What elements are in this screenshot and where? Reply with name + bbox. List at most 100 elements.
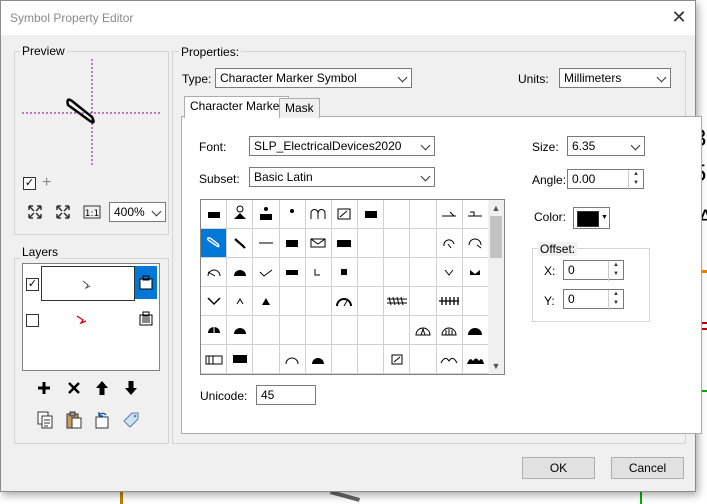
glyph-cell[interactable] [358, 316, 385, 345]
type-select[interactable]: Character Marker Symbol [215, 68, 412, 88]
copy-icon[interactable] [34, 409, 56, 431]
crosshair-icon[interactable]: + [42, 174, 51, 192]
undo-icon[interactable] [91, 409, 113, 431]
zoom-select[interactable]: 400% [109, 202, 166, 222]
scroll-up-icon[interactable]: ▲ [488, 200, 504, 216]
glyph-cell[interactable] [436, 200, 463, 229]
paste-icon[interactable] [63, 409, 85, 431]
zoom-extent-icon[interactable] [24, 201, 46, 223]
glyph-cell[interactable] [410, 229, 437, 258]
layer-row-1[interactable]: ✓ [23, 264, 159, 302]
glyph-cell[interactable] [305, 316, 332, 345]
glyph-cell[interactable] [279, 345, 306, 374]
actual-size-icon[interactable]: 1:1 [81, 201, 103, 223]
glyph-cell[interactable] [436, 345, 463, 374]
glyph-cell[interactable] [279, 316, 306, 345]
glyph-cell[interactable] [331, 316, 359, 345]
glyph-cell[interactable] [331, 258, 359, 287]
spin-down-icon[interactable]: ▼ [609, 270, 623, 279]
glyph-cell[interactable] [253, 258, 280, 287]
glyph-cell[interactable] [384, 316, 411, 345]
offset-y-input[interactable]: 0 ▲ ▼ [563, 289, 624, 310]
glyph-cell[interactable] [201, 287, 228, 316]
ok-button[interactable]: OK [522, 457, 595, 479]
spin-down-icon[interactable]: ▼ [609, 299, 623, 308]
glyph-cell[interactable] [358, 200, 385, 229]
glyph-cell[interactable] [358, 287, 385, 316]
glyph-cell[interactable] [331, 345, 359, 374]
glyph-cell[interactable] [305, 229, 332, 258]
glyph-cell[interactable] [436, 229, 463, 258]
layer-2-checkbox[interactable] [26, 314, 39, 327]
glyph-cell[interactable] [384, 200, 411, 229]
subset-select[interactable]: Basic Latin [249, 167, 435, 187]
glyph-cell[interactable] [358, 229, 385, 258]
glyph-cell[interactable] [410, 258, 437, 287]
offset-x-spinner[interactable]: ▲ ▼ [608, 261, 623, 281]
size-select[interactable]: 6.35 [567, 136, 645, 156]
glyph-cell[interactable] [410, 200, 437, 229]
angle-spinner[interactable]: ▲ ▼ [628, 170, 643, 190]
glyph-cell[interactable] [201, 200, 228, 229]
spin-up-icon[interactable]: ▲ [629, 170, 643, 179]
glyph-cell[interactable] [253, 229, 280, 258]
cancel-button[interactable]: Cancel [611, 457, 684, 479]
glyph-cell[interactable] [462, 229, 489, 258]
scroll-down-icon[interactable]: ▼ [488, 358, 504, 374]
spin-up-icon[interactable]: ▲ [609, 290, 623, 299]
glyph-cell[interactable] [201, 345, 228, 374]
glyph-cell[interactable] [410, 287, 437, 316]
glyph-cell[interactable] [436, 316, 463, 345]
preview-checkbox[interactable]: ✓ [23, 177, 36, 190]
angle-input[interactable]: 0.00 ▲ ▼ [567, 169, 644, 190]
glyph-cell[interactable] [358, 345, 385, 374]
layer-row-2[interactable] [23, 304, 159, 334]
glyph-cell[interactable] [462, 345, 489, 374]
glyph-cell[interactable] [384, 229, 411, 258]
glyph-cell[interactable] [462, 316, 489, 345]
glyph-cell[interactable] [227, 200, 254, 229]
color-picker-button[interactable]: ▼ [573, 207, 610, 229]
glyph-cell[interactable] [253, 345, 280, 374]
move-up-icon[interactable] [91, 377, 113, 399]
glyph-cell[interactable] [201, 316, 228, 345]
layer-1-lock-button[interactable] [135, 266, 157, 299]
glyph-grid-scrollbar[interactable]: ▲ ▼ [488, 199, 505, 375]
glyph-cell[interactable] [462, 258, 489, 287]
glyph-cell[interactable] [384, 287, 411, 316]
offset-y-spinner[interactable]: ▲ ▼ [608, 290, 623, 310]
spin-down-icon[interactable]: ▼ [629, 179, 643, 188]
glyph-cell[interactable] [279, 258, 306, 287]
glyph-cell-selected[interactable] [201, 229, 228, 258]
glyph-cell[interactable] [201, 258, 228, 287]
layer-2-lock-icon[interactable] [137, 308, 155, 328]
glyph-cell[interactable] [331, 200, 359, 229]
glyph-cell[interactable] [227, 316, 254, 345]
glyph-cell[interactable] [305, 345, 332, 374]
offset-x-input[interactable]: 0 ▲ ▼ [563, 260, 624, 281]
glyph-cell[interactable] [253, 316, 280, 345]
font-select[interactable]: SLP_ElectricalDevices2020 [249, 136, 435, 156]
scrollbar-thumb[interactable] [490, 216, 502, 258]
zoom-full-icon[interactable] [52, 201, 74, 223]
units-select[interactable]: Millimeters [559, 68, 671, 88]
glyph-cell[interactable] [331, 229, 359, 258]
glyph-cell[interactable] [462, 287, 489, 316]
spin-up-icon[interactable]: ▲ [609, 261, 623, 270]
glyph-cell[interactable] [305, 287, 332, 316]
glyph-cell[interactable] [358, 258, 385, 287]
glyph-cell[interactable] [253, 200, 280, 229]
glyph-cell[interactable] [227, 345, 254, 374]
glyph-cell[interactable] [410, 316, 437, 345]
glyph-cell[interactable] [331, 287, 359, 316]
glyph-cell[interactable] [279, 200, 306, 229]
delete-layer-icon[interactable] [63, 377, 85, 399]
glyph-cell[interactable] [436, 258, 463, 287]
glyph-cell[interactable] [227, 258, 254, 287]
glyph-cell[interactable] [227, 229, 254, 258]
glyph-cell[interactable] [227, 287, 254, 316]
layer-1-checkbox[interactable]: ✓ [26, 278, 39, 291]
unicode-input[interactable]: 45 [256, 385, 316, 405]
glyph-grid[interactable] [200, 199, 490, 375]
glyph-cell[interactable] [384, 258, 411, 287]
